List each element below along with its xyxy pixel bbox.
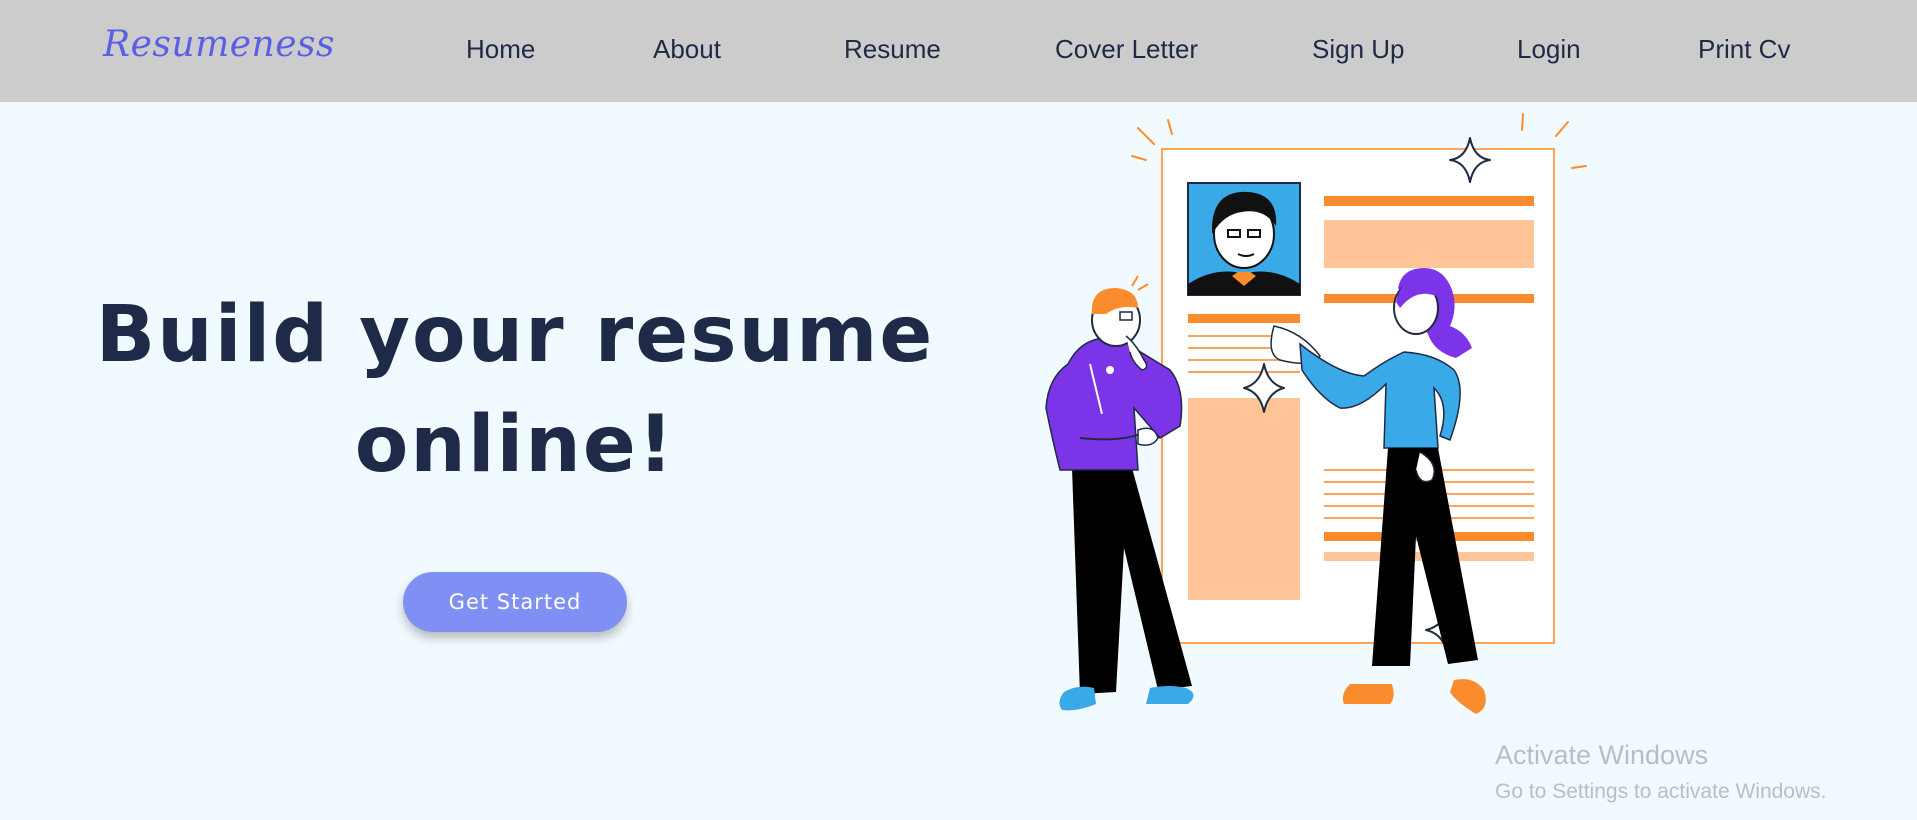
nav-print-cv-link[interactable]: Print Cv (1698, 34, 1790, 65)
resume-photo (1187, 182, 1301, 296)
hero-heading-line-1: Build your resume (95, 290, 935, 380)
activate-windows-subtitle: Go to Settings to activate Windows. (1495, 780, 1827, 803)
get-started-button[interactable]: Get Started (403, 572, 627, 632)
nav-resume-link[interactable]: Resume (844, 34, 941, 65)
nav-about-link[interactable]: About (653, 34, 721, 65)
nav-home-link[interactable]: Home (466, 34, 535, 65)
resume-people-illustration (1045, 113, 1587, 714)
brand-logo[interactable]: Resumeness (103, 24, 335, 65)
hero-heading: Build your resume online! (60, 280, 970, 500)
nav-sign-up-link[interactable]: Sign Up (1312, 34, 1405, 65)
activate-windows-title: Activate Windows (1495, 740, 1709, 770)
top-navbar: Resumeness Home About Resume Cover Lette… (0, 0, 1917, 102)
hero-heading-line-2: online! (354, 400, 676, 490)
nav-login-link[interactable]: Login (1517, 34, 1581, 65)
nav-cover-letter-link[interactable]: Cover Letter (1055, 34, 1198, 65)
